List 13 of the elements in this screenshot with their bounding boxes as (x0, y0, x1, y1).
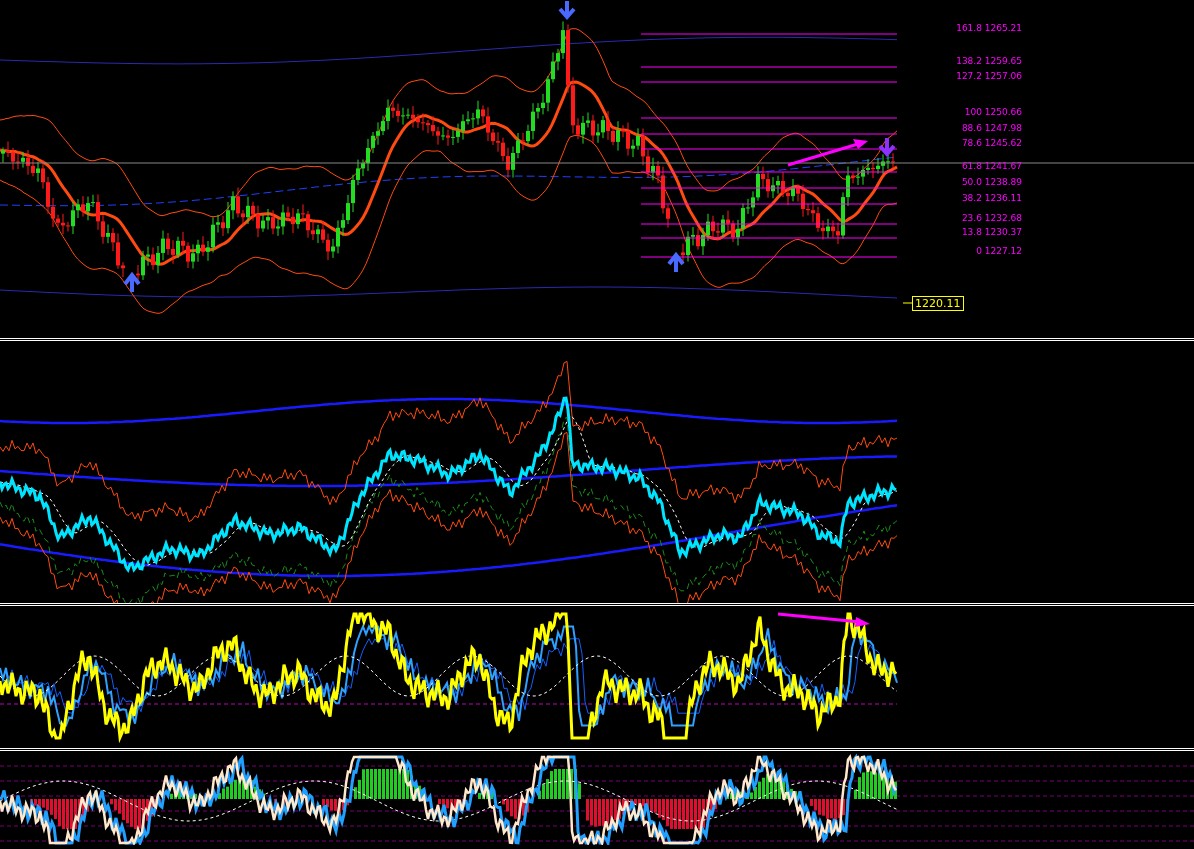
price-label: 1220.11 (912, 296, 964, 311)
fibonacci-label: 88.6 1247.98 (961, 123, 1022, 133)
fibonacci-label: 13.8 1230.37 (961, 227, 1022, 237)
fibonacci-label: 100 1250.66 (964, 107, 1022, 117)
fibonacci-label: 0 1227.12 (976, 246, 1022, 256)
fibonacci-label: 61.8 1241.67 (961, 161, 1022, 171)
fibonacci-label: 38.2 1236.11 (961, 193, 1022, 203)
fibonacci-label: 23.6 1232.68 (961, 213, 1022, 223)
fibonacci-label: 127.2 1257.06 (956, 71, 1022, 81)
fibonacci-label: 50.0 1238.89 (961, 177, 1022, 187)
fibonacci-label: 138.2 1259.65 (956, 56, 1022, 66)
fibonacci-label: 78.6 1245.62 (961, 138, 1022, 148)
fibonacci-label: 161.8 1265.21 (956, 23, 1022, 33)
